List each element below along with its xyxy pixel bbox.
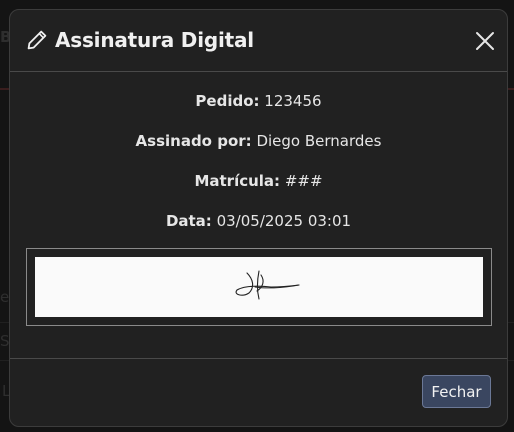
signed-by-value: Diego Bernardes [256,132,382,150]
close-icon[interactable] [474,30,496,52]
close-button[interactable]: Fechar [422,375,491,408]
modal-title: Assinatura Digital [55,28,254,52]
signature-image [35,257,483,317]
signature-drawing [235,270,300,300]
pencil-icon [27,30,47,50]
order-value: 123456 [264,92,322,110]
date-value: 03/05/2025 03:01 [216,212,352,230]
header-divider [10,71,507,72]
registration-value: ### [284,172,323,190]
modal-header: Assinatura Digital [10,10,507,72]
signed-by-label: Assinado por: [135,132,252,150]
signed-by-row: Assinado por: Diego Bernardes [10,132,507,150]
date-row: Data: 03/05/2025 03:01 [10,212,507,230]
order-label: Pedido: [195,92,260,110]
order-row: Pedido: 123456 [10,92,507,110]
date-label: Data: [165,212,212,230]
footer-divider [10,358,507,359]
registration-label: Matrícula: [194,172,281,190]
registration-row: Matrícula: ### [10,172,507,190]
signature-frame [26,248,492,326]
signature-modal: Assinatura Digital Pedido: 123456 Assina… [9,9,508,427]
